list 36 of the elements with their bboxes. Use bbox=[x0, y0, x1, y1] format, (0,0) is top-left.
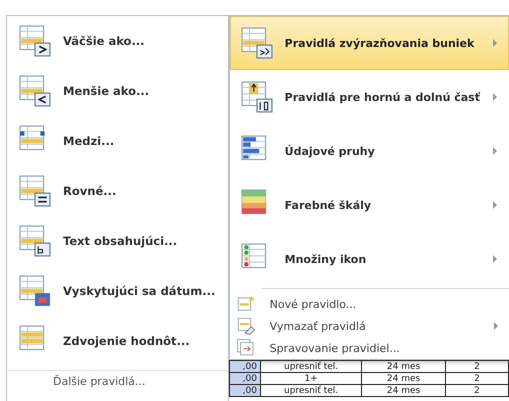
rule-icon bbox=[19, 225, 51, 257]
menu-item[interactable]: Spravovanie pravidiel... bbox=[230, 337, 509, 359]
menu-item[interactable]: Vymazať pravidlá bbox=[230, 315, 509, 337]
menu-item[interactable]: Text obsahujúci... bbox=[7, 216, 228, 266]
menu-item[interactable]: Pravidlá pre hornú a dolnú časť bbox=[230, 70, 509, 124]
table-cell: 2 bbox=[445, 384, 508, 396]
menu-item[interactable]: Rovné... bbox=[7, 166, 228, 216]
menu-item[interactable]: Farebné škály bbox=[230, 178, 509, 232]
table-cell: upresniť tel. bbox=[260, 360, 362, 372]
menu-item[interactable]: Menšie ako... bbox=[7, 66, 228, 116]
menu-item[interactable]: Väčšie ako... bbox=[7, 16, 228, 66]
menu-item[interactable]: Údajové pruhy bbox=[230, 124, 509, 178]
rule-icon bbox=[19, 75, 51, 107]
rule-icon bbox=[19, 175, 51, 207]
table-cell: 24 mes bbox=[362, 384, 446, 396]
table-cell: ,00 bbox=[229, 372, 260, 384]
table-cell: 2 bbox=[445, 372, 508, 384]
menu-item[interactable]: Medzi... bbox=[7, 116, 228, 166]
more-rules-item[interactable]: Ďalšie pravidlá... bbox=[7, 370, 228, 388]
table-cell: ,00 bbox=[229, 384, 260, 396]
rule-icon bbox=[240, 81, 273, 113]
rule-icon bbox=[19, 25, 51, 57]
table-cell: upresniť tel. bbox=[260, 384, 362, 396]
table-cell: ,00 bbox=[229, 360, 260, 372]
table-cell: 24 mes bbox=[362, 372, 446, 384]
menu-item[interactable]: Nové pravidlo... bbox=[230, 293, 509, 315]
menu-item[interactable]: Pravidlá zvýrazňovania buniek bbox=[230, 16, 509, 70]
menu-item[interactable]: Množiny ikon bbox=[230, 232, 509, 286]
menu-item[interactable]: Vyskytujúci sa dátum... bbox=[7, 266, 228, 316]
menu-item[interactable]: Zdvojenie hodnôt... bbox=[7, 316, 228, 366]
rule-icon bbox=[19, 275, 51, 307]
table-cell: 24 mes bbox=[362, 360, 446, 372]
rule-icon bbox=[240, 27, 273, 59]
table-cell: 2 bbox=[445, 360, 508, 372]
table-cell: 1+ bbox=[260, 372, 362, 384]
rule-icon bbox=[236, 316, 256, 336]
